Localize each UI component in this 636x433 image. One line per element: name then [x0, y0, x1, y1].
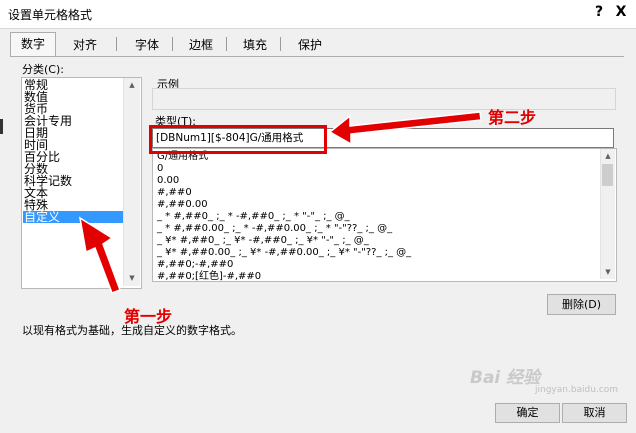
step2-arrow-icon — [328, 111, 482, 146]
annotation-arrows — [78, 111, 482, 294]
step1-arrow-icon — [78, 216, 121, 294]
